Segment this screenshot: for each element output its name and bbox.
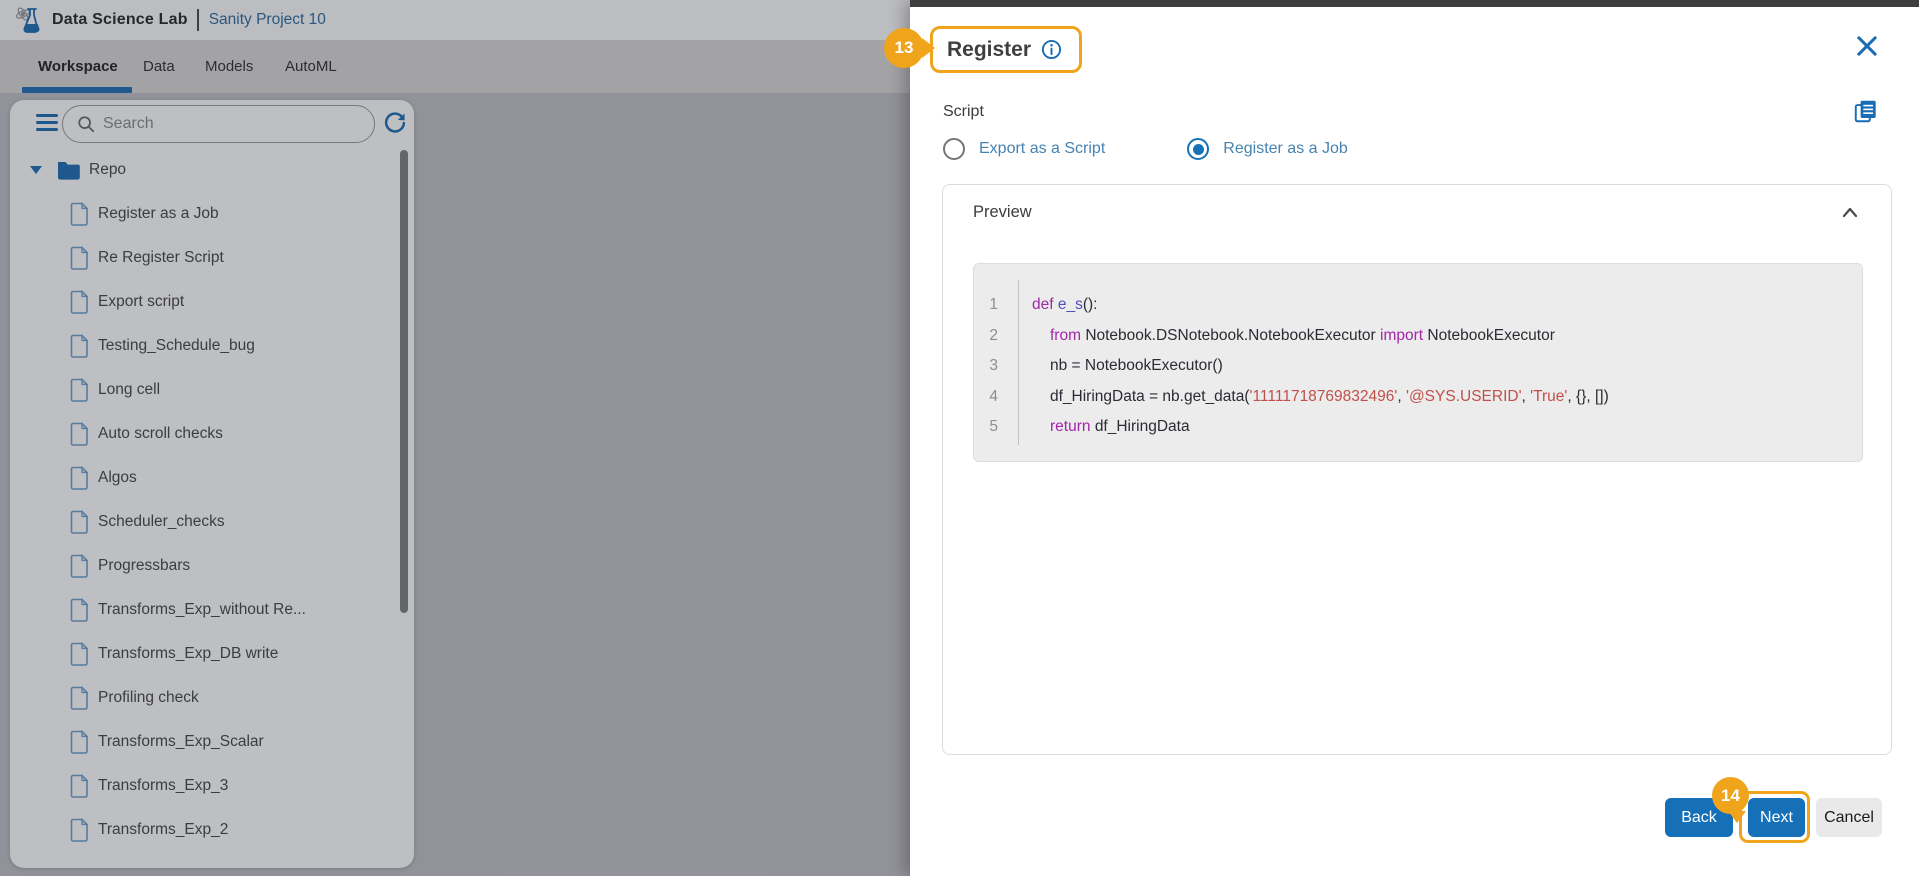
chevron-up-icon[interactable]: [1839, 202, 1861, 224]
code-preview: 1def e_s():2from Notebook.DSNotebook.Not…: [973, 263, 1863, 462]
radio-circle: [1187, 138, 1209, 160]
line-number: 5: [974, 418, 1012, 436]
step-badge-13: 13: [884, 28, 924, 68]
register-drawer: Register Script Export as a Script: [910, 0, 1919, 876]
top-dark-strip: [910, 0, 1919, 7]
code-text: nb = NotebookExecutor(): [1012, 357, 1223, 375]
workspace-region: Data Science Lab Sanity Project 10 Works…: [0, 0, 910, 876]
page: Data Science Lab Sanity Project 10 Works…: [0, 0, 1919, 876]
preview-panel: Preview 1def e_s():2from Notebook.DSNote…: [942, 184, 1892, 755]
copy-icon[interactable]: [1852, 97, 1880, 125]
code-line: 2from Notebook.DSNotebook.NotebookExecut…: [974, 321, 1862, 352]
code-text: def e_s():: [1012, 296, 1098, 314]
script-type-radio-group: Export as a Script Register as a Job: [943, 138, 1348, 160]
code-lines: 1def e_s():2from Notebook.DSNotebook.Not…: [974, 290, 1862, 443]
code-line: 3nb = NotebookExecutor(): [974, 351, 1862, 382]
code-text: df_HiringData = nb.get_data('11111718769…: [1012, 388, 1609, 406]
line-number: 4: [974, 388, 1012, 406]
info-icon[interactable]: [1041, 39, 1062, 60]
code-text: from Notebook.DSNotebook.NotebookExecuto…: [1012, 327, 1555, 345]
radio-circle: [943, 138, 965, 160]
radio-register-as-job[interactable]: Register as a Job: [1187, 138, 1348, 160]
next-button[interactable]: Next: [1748, 798, 1805, 837]
code-line: 4df_HiringData = nb.get_data('1111171876…: [974, 382, 1862, 413]
line-number: 3: [974, 357, 1012, 375]
radio-label: Export as a Script: [979, 140, 1105, 158]
radio-export-as-script[interactable]: Export as a Script: [943, 138, 1105, 160]
line-number: 1: [974, 296, 1012, 314]
register-title-highlight: Register: [930, 26, 1082, 73]
line-number: 2: [974, 327, 1012, 345]
code-text: return df_HiringData: [1012, 418, 1190, 436]
preview-title: Preview: [973, 203, 1032, 222]
code-line: 1def e_s():: [974, 290, 1862, 321]
script-section-label: Script: [943, 103, 984, 121]
drawer-title: Register: [947, 38, 1031, 62]
modal-dim-overlay: [0, 0, 910, 876]
code-line: 5return df_HiringData: [974, 412, 1862, 443]
step-badge-14: 14: [1712, 777, 1749, 814]
cancel-button[interactable]: Cancel: [1816, 798, 1882, 837]
gutter-divider: [1018, 280, 1019, 445]
close-icon[interactable]: [1853, 32, 1881, 60]
radio-label: Register as a Job: [1223, 140, 1348, 158]
next-button-highlight: Next: [1739, 791, 1810, 843]
